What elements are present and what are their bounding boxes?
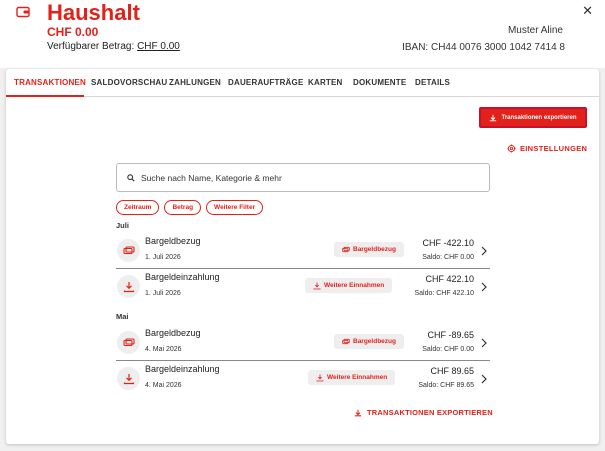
category-label: Weitere Einnahmen: [324, 282, 385, 289]
transaction-name: Bargeldbezug: [145, 328, 201, 338]
category-badge: Weitere Einnahmen: [305, 278, 393, 293]
transaction-amount: CHF 89.65: [430, 366, 474, 376]
transaction-row[interactable]: Bargeldeinzahlung 1. Juli 2026 Weitere E…: [116, 269, 490, 305]
gear-icon: [507, 144, 516, 153]
account-balance: CHF 0.00: [47, 25, 99, 39]
cash-withdrawal-icon: [117, 331, 140, 354]
available-label: Verfügbarer Betrag:: [47, 41, 135, 52]
close-icon[interactable]: ✕: [582, 3, 593, 19]
available-amount: Verfügbarer Betrag: CHF 0.00: [47, 41, 180, 52]
wallet-icon: [16, 6, 30, 18]
cash-deposit-icon: [117, 275, 140, 298]
tab-details[interactable]: DETAILS: [415, 78, 450, 87]
account-header: Haushalt CHF 0.00 Verfügbarer Betrag: CH…: [0, 0, 605, 68]
transaction-saldo: Saldo: CHF 89.65: [418, 382, 474, 389]
export-transactions-link[interactable]: TRANSAKTIONEN EXPORTIEREN: [354, 408, 493, 417]
transaction-saldo: Saldo: CHF 0.00: [422, 254, 474, 261]
month-header: Juli: [116, 221, 129, 230]
transaction-amount: CHF -422.10: [422, 238, 474, 248]
transaction-row[interactable]: Bargeldbezug 1. Juli 2026 Bargeldbezug C…: [116, 233, 490, 269]
filter-betrag[interactable]: Betrag: [164, 200, 202, 215]
chevron-right-icon: [481, 282, 487, 292]
filter-weitere[interactable]: Weitere Filter: [206, 200, 264, 215]
category-label: Bargeldbezug: [353, 338, 396, 345]
category-badge: Bargeldbezug: [334, 242, 404, 257]
transaction-row[interactable]: Bargeldbezug 4. Mai 2026 Bargeldbezug CH…: [116, 325, 490, 361]
transaction-name: Bargeldeinzahlung: [145, 272, 220, 282]
tab-zahlungen[interactable]: ZAHLUNGEN: [169, 78, 221, 87]
transaction-amount: CHF -89.65: [427, 330, 474, 340]
transaction-name: Bargeldeinzahlung: [145, 364, 220, 374]
active-tab-indicator: [6, 95, 84, 97]
category-badge: Bargeldbezug: [334, 334, 404, 349]
search-placeholder: Suche nach Name, Kategorie & mehr: [141, 172, 282, 183]
available-value[interactable]: CHF 0.00: [137, 41, 180, 52]
tab-dauerauftraege[interactable]: DAUERAUFTRÄGE: [228, 78, 304, 87]
chevron-right-icon: [481, 338, 487, 348]
search-input[interactable]: Suche nach Name, Kategorie & mehr: [116, 163, 490, 192]
settings-button[interactable]: EINSTELLUNGEN: [507, 144, 587, 153]
cash-icon: [342, 246, 350, 252]
category-badge: Weitere Einnahmen: [308, 370, 396, 385]
transaction-saldo: Saldo: CHF 422.10: [414, 290, 474, 297]
chevron-right-icon: [481, 374, 487, 384]
export-transactions-label: Transaktionen exportieren: [501, 114, 577, 121]
settings-label: EINSTELLUNGEN: [520, 144, 588, 153]
category-label: Bargeldbezug: [353, 246, 396, 253]
download-icon: [313, 282, 321, 289]
export-transactions-link-label: TRANSAKTIONEN EXPORTIEREN: [367, 408, 493, 417]
transaction-saldo: Saldo: CHF 0.00: [422, 346, 474, 353]
transaction-date: 4. Mai 2026: [145, 346, 182, 353]
account-iban: IBAN: CH44 0076 3000 1042 7414 8: [402, 42, 565, 53]
tab-bar: TRANSAKTIONEN SALDOVORSCHAU ZAHLUNGEN DA…: [6, 69, 599, 97]
transaction-amount: CHF 422.10: [425, 274, 474, 284]
month-header: Mai: [116, 312, 129, 321]
filter-zeitraum[interactable]: Zeitraum: [116, 200, 160, 215]
transaction-date: 4. Mai 2026: [145, 382, 182, 389]
transactions-card: TRANSAKTIONEN SALDOVORSCHAU ZAHLUNGEN DA…: [6, 69, 599, 444]
transaction-row[interactable]: Bargeldeinzahlung 4. Mai 2026 Weitere Ei…: [116, 361, 490, 397]
cash-icon: [342, 338, 350, 344]
tab-karten[interactable]: KARTEN: [308, 78, 343, 87]
tab-dokumente[interactable]: DOKUMENTE: [353, 78, 406, 87]
tab-transaktionen[interactable]: TRANSAKTIONEN: [14, 78, 86, 87]
cash-deposit-icon: [117, 367, 140, 390]
search-icon: [127, 173, 135, 182]
cash-withdrawal-icon: [117, 239, 140, 262]
filter-chips: Zeitraum Betrag Weitere Filter: [116, 200, 264, 215]
transaction-name: Bargeldbezug: [145, 236, 201, 246]
download-icon: [316, 374, 324, 381]
export-transactions-button[interactable]: Transaktionen exportieren: [479, 107, 587, 128]
category-label: Weitere Einnahmen: [327, 374, 388, 381]
account-owner: Muster Aline: [507, 25, 563, 36]
chevron-right-icon: [481, 246, 487, 256]
download-icon: [354, 409, 362, 416]
account-title: Haushalt: [47, 0, 140, 25]
transaction-date: 1. Juli 2026: [145, 254, 181, 261]
download-icon: [490, 114, 497, 121]
transaction-date: 1. Juli 2026: [145, 290, 181, 297]
tab-saldovorschau[interactable]: SALDOVORSCHAU: [91, 78, 167, 87]
